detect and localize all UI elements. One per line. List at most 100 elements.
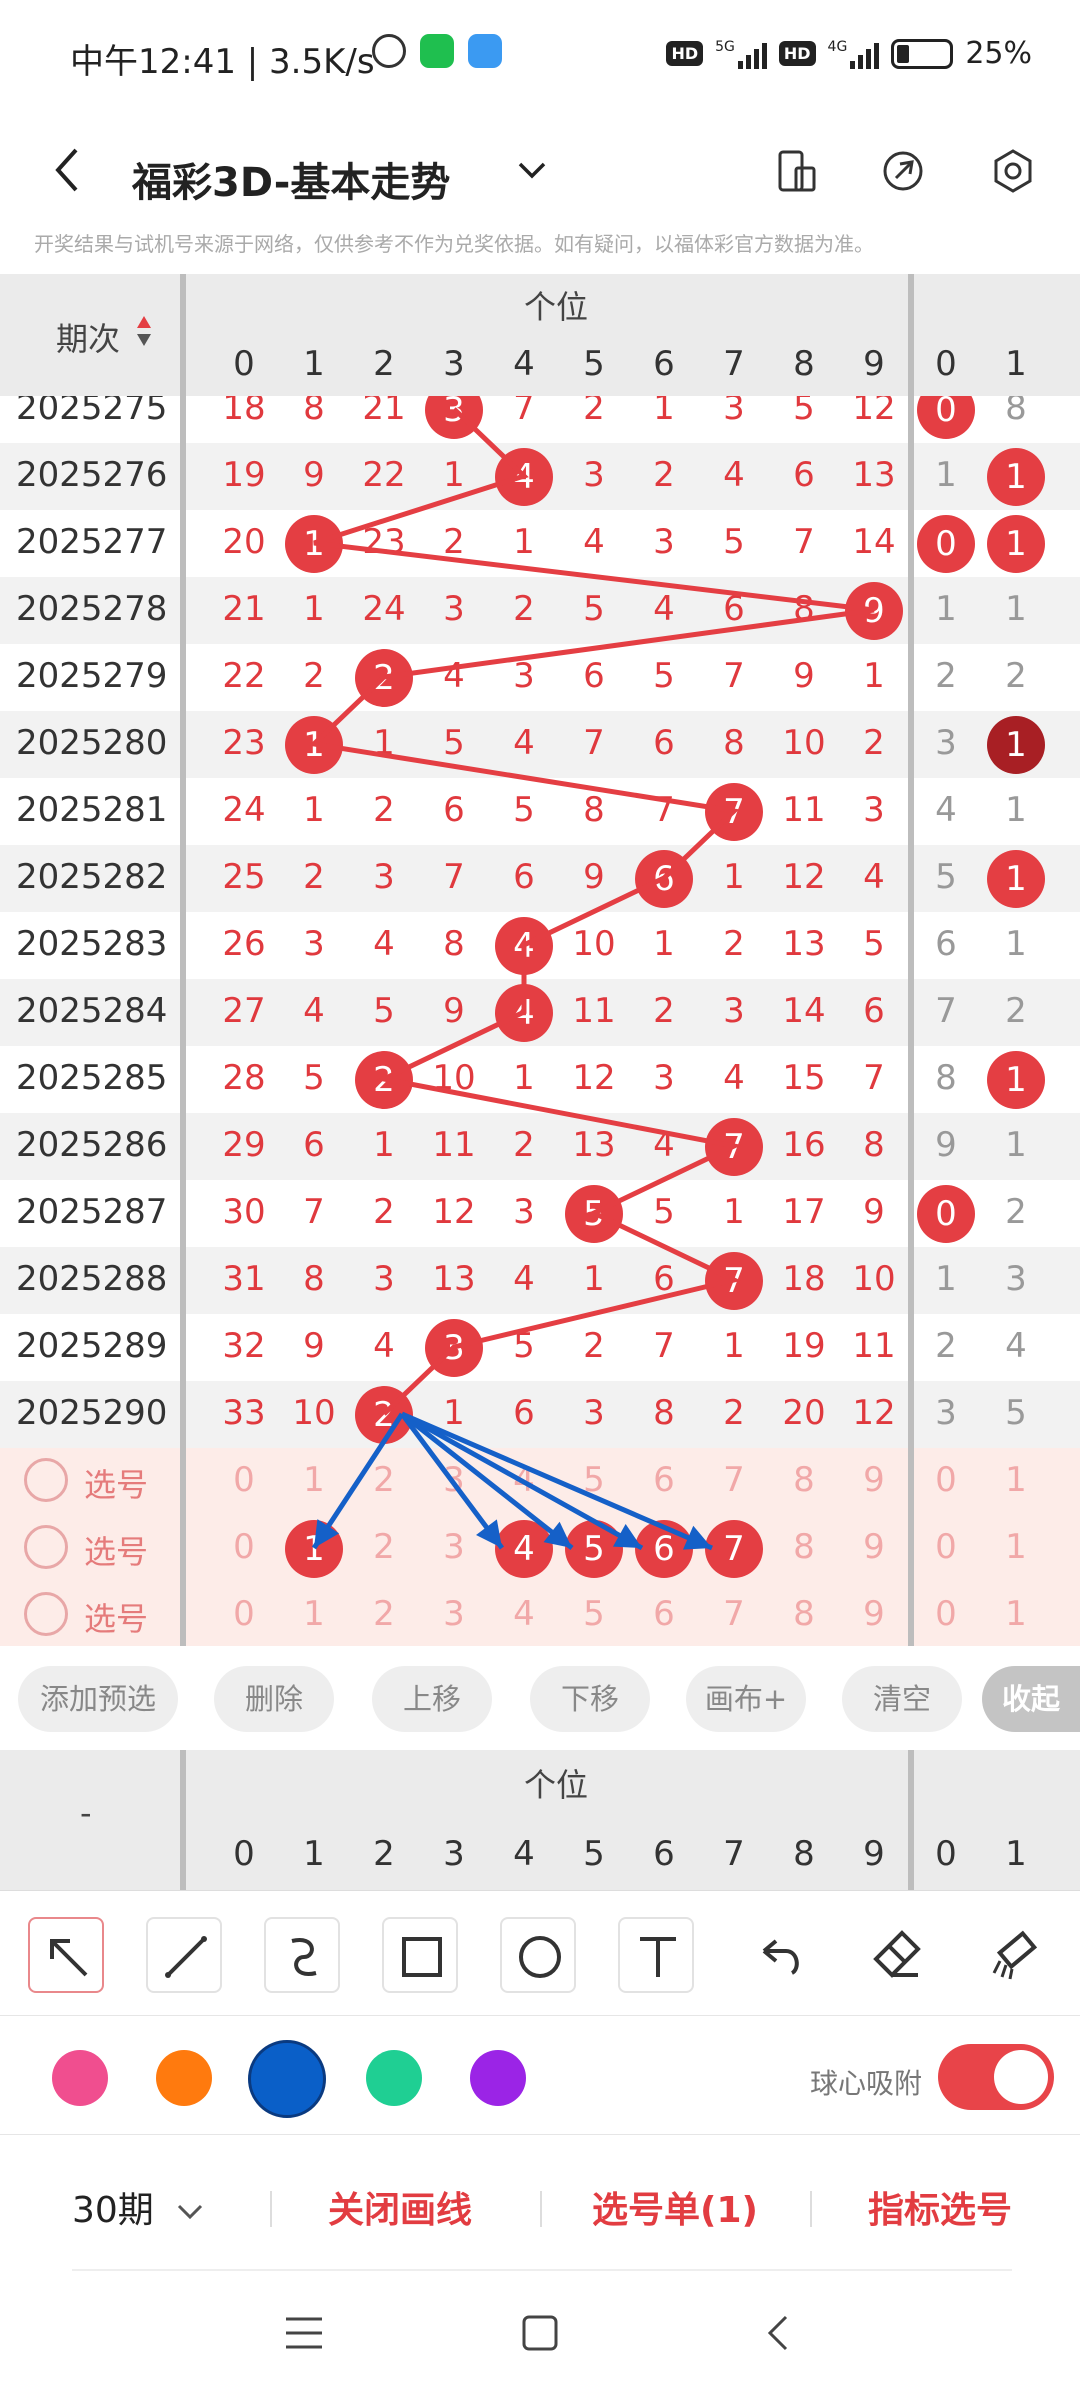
close-drawing-button[interactable]: 关闭画线 [328, 2181, 472, 2233]
pick-cell[interactable]: 1 [981, 1527, 1051, 1567]
eraser-icon[interactable] [858, 1917, 934, 1993]
chevron-down-icon[interactable] [512, 156, 552, 186]
line-icon[interactable] [146, 1917, 222, 1993]
pick-cell[interactable]: 0 [209, 1460, 279, 1500]
pick-cell[interactable]: 5 [559, 1594, 629, 1634]
pick-cell[interactable]: 0 [209, 1594, 279, 1634]
pick-cell[interactable]: 0 [911, 1527, 981, 1567]
sort-icon[interactable] [136, 314, 152, 348]
miss-count-cell: 1 [1005, 1125, 1027, 1165]
select-circle-icon[interactable] [24, 1592, 68, 1636]
color-blue[interactable] [248, 2040, 326, 2118]
pick-cell[interactable]: 6 [629, 1594, 699, 1634]
pick-list-button[interactable]: 选号单(1) [592, 2181, 758, 2233]
picked-ball[interactable]: 5 [565, 1520, 623, 1578]
pick-cell[interactable]: 1 [279, 1594, 349, 1634]
winning-ball: 2 [355, 649, 413, 707]
pick-cell[interactable]: 9 [839, 1594, 909, 1634]
miss-count-cell: 2 [513, 1125, 535, 1165]
column-digit: 0 [935, 344, 957, 384]
pick-label: 选号 [84, 1466, 149, 1504]
miss-count-cell: 4 [653, 1125, 675, 1165]
pick-cell[interactable]: 2 [349, 1460, 419, 1500]
select-circle-icon[interactable] [24, 1458, 68, 1502]
pick-cell[interactable]: 3 [419, 1527, 489, 1567]
winning-ball: 2 [355, 1386, 413, 1444]
pick-row[interactable]: 选号 0 1 2 3 4 5 6 7 8 9 0 1 [0, 1448, 1080, 1515]
miss-count-cell: 5 [935, 857, 957, 897]
color-purple[interactable] [470, 2050, 526, 2106]
miss-count-cell: 3 [653, 1058, 675, 1098]
miss-count-cell: 10 [432, 1058, 476, 1098]
miss-count-cell: 3 [1005, 1259, 1027, 1299]
pick-cell[interactable]: 9 [839, 1460, 909, 1500]
column-digit: 0 [233, 344, 255, 384]
pick-cell[interactable]: 1 [981, 1594, 1051, 1634]
settings-icon[interactable] [988, 146, 1038, 196]
move-up-button[interactable]: 上移 [372, 1666, 492, 1732]
picked-ball[interactable]: 7 [705, 1520, 763, 1578]
miss-count-cell: 9 [443, 991, 465, 1031]
menu-icon[interactable] [282, 2313, 326, 2353]
color-pink[interactable] [52, 2050, 108, 2106]
miss-count-cell: 2 [1005, 1192, 1027, 1232]
picked-ball[interactable]: 4 [495, 1520, 553, 1578]
text-icon[interactable] [618, 1917, 694, 1993]
undo-icon[interactable] [740, 1917, 816, 1993]
pick-cell[interactable]: 8 [769, 1594, 839, 1634]
back-nav-icon[interactable] [760, 2311, 796, 2355]
move-down-button[interactable]: 下移 [530, 1666, 650, 1732]
pick-cell[interactable]: 1 [981, 1460, 1051, 1500]
miss-count-cell: 4 [723, 455, 745, 495]
period-header[interactable]: 期次 [56, 314, 120, 360]
delete-button[interactable]: 删除 [214, 1666, 334, 1732]
indicator-pick-button[interactable]: 指标选号 [868, 2181, 1012, 2233]
share-icon[interactable] [878, 146, 928, 196]
secondary-period-header: - [80, 1794, 92, 1832]
pick-cell[interactable]: 1 [279, 1460, 349, 1500]
pointer-icon[interactable] [28, 1917, 104, 1993]
pick-cell[interactable]: 5 [559, 1460, 629, 1500]
pick-cell[interactable]: 0 [911, 1460, 981, 1500]
add-preselect-button[interactable]: 添加预选 [18, 1666, 178, 1732]
pick-row[interactable]: 选号 0 1 2 3 4 5 6 7 8 9 0 1 [0, 1515, 1080, 1582]
pick-cell[interactable]: 7 [699, 1460, 769, 1500]
back-icon[interactable] [48, 140, 88, 200]
pick-row[interactable]: 选号 0 1 2 3 4 5 6 7 8 9 0 1 [0, 1582, 1080, 1646]
pick-cell[interactable]: 2 [349, 1527, 419, 1567]
period-select[interactable]: 30期 [72, 2181, 205, 2233]
picked-ball[interactable]: 6 [635, 1520, 693, 1578]
pick-cell[interactable]: 4 [489, 1460, 559, 1500]
collapse-button[interactable]: 收起 [982, 1666, 1080, 1732]
select-circle-icon[interactable] [24, 1525, 68, 1569]
pick-cell[interactable]: 3 [419, 1460, 489, 1500]
phone-switch-icon[interactable] [770, 146, 820, 196]
pick-cell[interactable]: 2 [349, 1594, 419, 1634]
pick-cell[interactable]: 6 [629, 1460, 699, 1500]
miss-count-cell: 21 [222, 589, 266, 629]
curve-icon[interactable] [264, 1917, 340, 1993]
pick-cell[interactable]: 0 [209, 1527, 279, 1567]
clear-icon[interactable] [976, 1917, 1052, 1993]
miss-count-cell: 12 [852, 1393, 896, 1433]
snap-toggle[interactable] [938, 2044, 1054, 2110]
color-orange[interactable] [156, 2050, 212, 2106]
clear-button[interactable]: 清空 [842, 1666, 962, 1732]
trend-table[interactable]: 期次 个位 012345678901 2025275 18 8 21 3 7 2 1 3 5 12 0… [0, 274, 1080, 1646]
pick-cell[interactable]: 4 [489, 1594, 559, 1634]
pick-cell[interactable]: 3 [419, 1594, 489, 1634]
miss-count-cell: 2 [723, 924, 745, 964]
pick-cell[interactable]: 8 [769, 1460, 839, 1500]
pick-cell[interactable]: 0 [911, 1594, 981, 1634]
miss-count-cell: 5 [373, 991, 395, 1031]
pick-cell[interactable]: 9 [839, 1527, 909, 1567]
pick-cell[interactable]: 7 [699, 1594, 769, 1634]
circle-icon[interactable] [500, 1917, 576, 1993]
color-green[interactable] [366, 2050, 422, 2106]
canvas-plus-button[interactable]: 画布+ [686, 1666, 806, 1732]
pick-cell[interactable]: 8 [769, 1527, 839, 1567]
home-icon[interactable] [518, 2311, 562, 2355]
page-title[interactable]: 福彩3D-基本走势 [132, 150, 450, 208]
picked-ball[interactable]: 1 [285, 1520, 343, 1578]
rectangle-icon[interactable] [382, 1917, 458, 1993]
